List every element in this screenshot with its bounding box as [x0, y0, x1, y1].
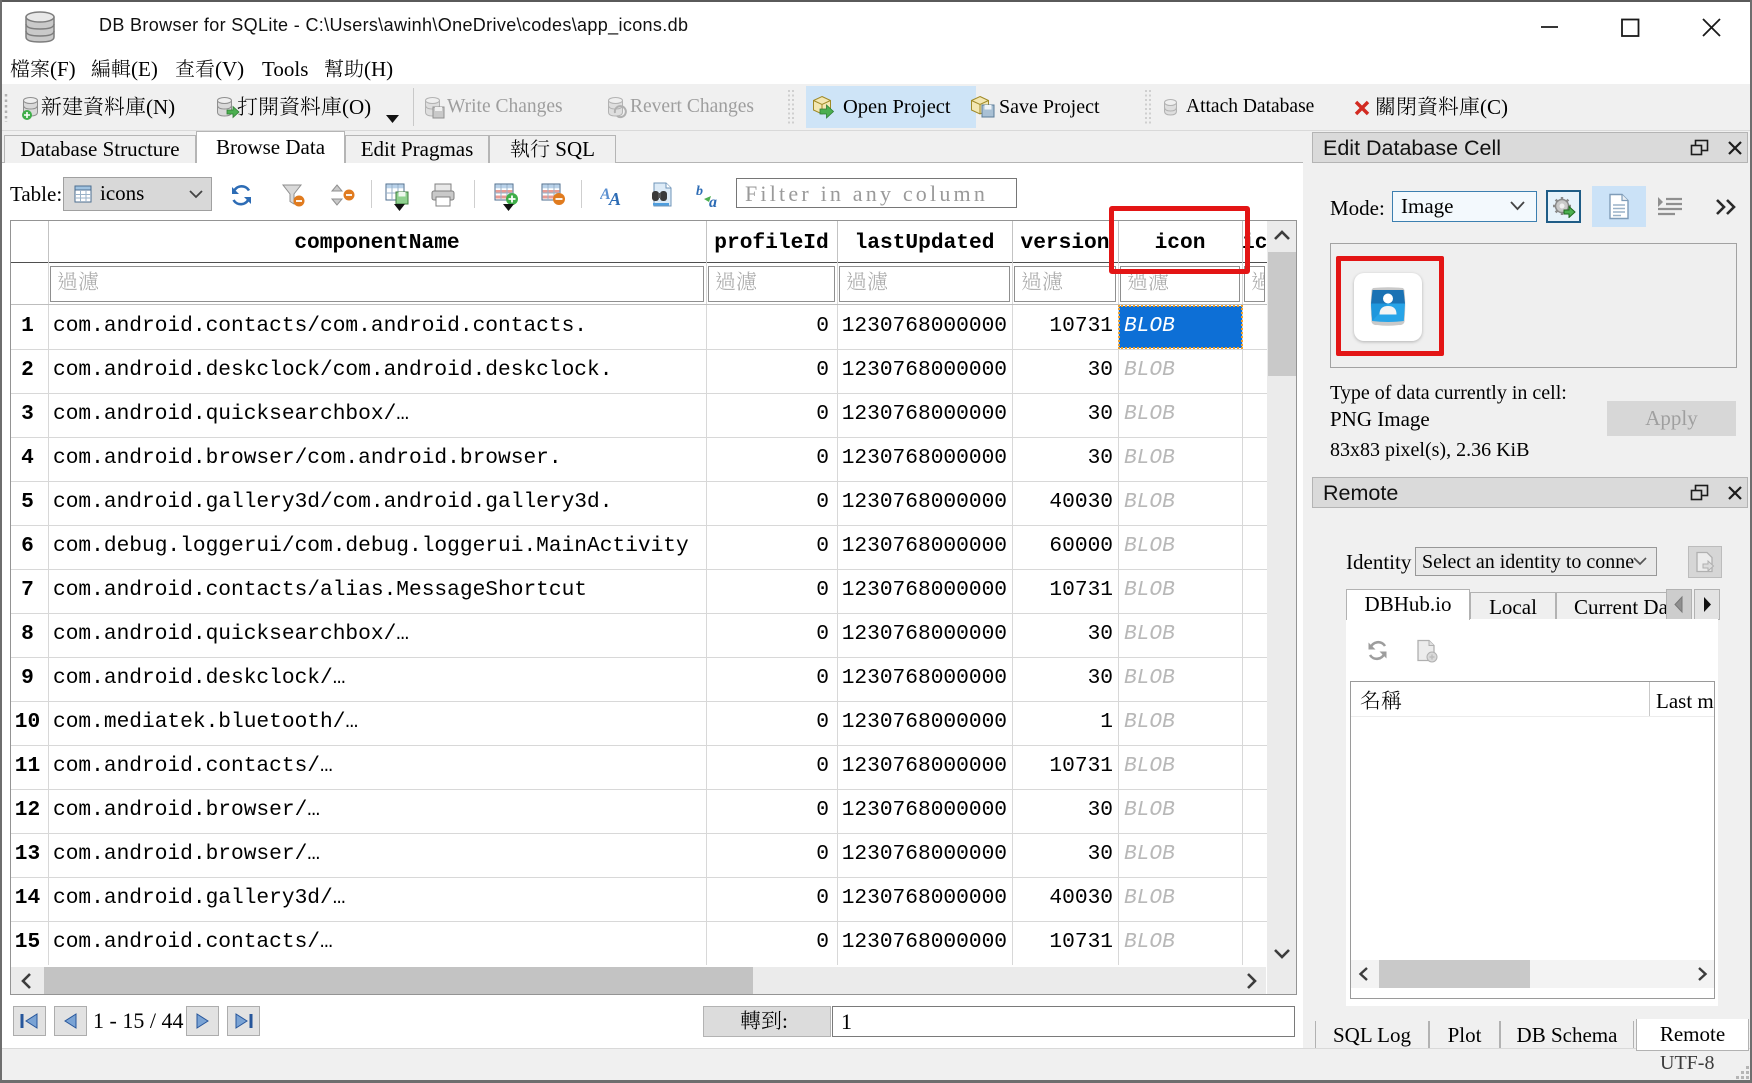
svg-text:A: A	[608, 189, 621, 207]
svg-text:b: b	[696, 184, 703, 199]
svg-text:a: a	[709, 194, 717, 209]
